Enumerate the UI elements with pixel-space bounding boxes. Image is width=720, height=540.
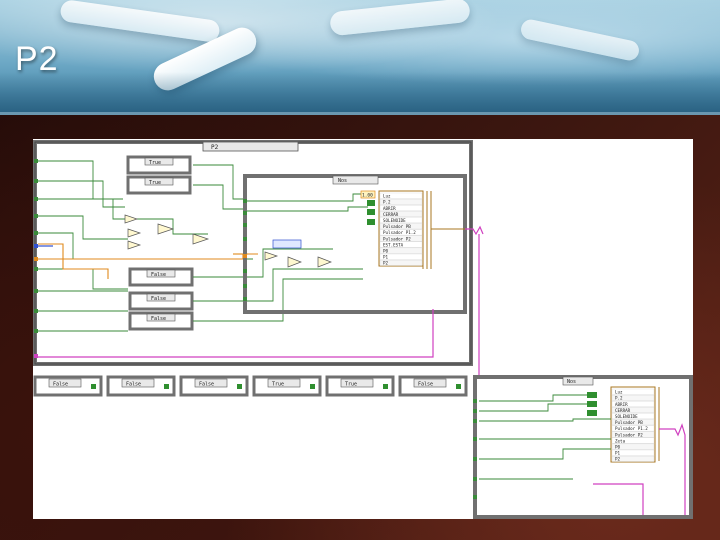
cluster-field-label: Pulsador P2 [615,432,643,437]
green-wires [38,160,368,332]
block-diagram-screenshot: P2 True True False False False Nos 1.00 … [33,139,693,519]
bundle-by-name-top: LuzP.2ABRIRCERRARSOLENOIDEPulsador PBPul… [378,190,424,267]
header-shade [0,72,720,112]
sub-case-4: False [128,291,194,311]
lower-green-wires [479,394,611,480]
cluster-field-label: P1 [383,255,389,260]
block-diagram: P2 True True False False False Nos 1.00 … [33,140,693,519]
header-banner [0,0,720,112]
cluster-field-label: P.2 [615,396,623,401]
cluster-field-label: SOLENOIDE [615,414,638,419]
cluster-field-label: P2 [615,457,621,462]
slide-title: P2 [15,40,59,78]
sub-case-5: False [128,311,194,331]
cluster-field-label: ABRIR [383,206,396,211]
chalk-image [519,17,641,63]
case-label: False [151,296,166,302]
boolean-constants [367,200,375,225]
cluster-field-label: Zeta [615,438,626,443]
case-label: True [149,160,161,166]
case-label: False [199,382,214,388]
cluster-field-label: ABRIR [615,402,628,407]
chalk-image [329,0,471,37]
cluster-field-label: SOLENOIDE [383,218,406,223]
case-label: False [126,382,141,388]
bundle-by-name-bottom: LuzP.2ABRIRCERRARSOLENOIDEPulsador PBPul… [610,386,656,463]
sub-case-1: True [126,155,192,175]
case-label: False [418,382,433,388]
sub-case-2: True [126,175,192,195]
cluster-field-label: P0 [615,445,621,450]
numeric-constant-value: 1.00 [362,193,373,199]
case-label: False [53,382,68,388]
cluster-field-label: EST.ESTA [383,242,404,247]
case-label: True [272,382,284,388]
cluster-field-label: P1 [615,451,621,456]
inner-case-selector-label: Nos [338,178,347,184]
case-label: True [345,382,357,388]
cluster-field-label: Luz [383,194,391,199]
header-divider [0,112,720,115]
case-label: False [151,316,166,322]
sub-case-3: False [128,267,194,287]
cluster-field-label: Pulsador P1.2 [615,426,648,431]
comparison-node [272,239,302,249]
lower-case-selector-label: Nos [567,379,576,385]
cluster-field-label: Pulsador PB [615,420,643,425]
cluster-field-label: Pulsador PB [383,224,411,229]
cluster-field-label: Pulsador P2 [383,236,411,241]
lower-cluster-wires [654,387,660,461]
case-selector-label: P2 [211,144,219,151]
cluster-field-label: CERRAR [383,212,399,217]
lower-boolean-constants [587,392,597,416]
cluster-field-label: P.2 [383,200,391,205]
cluster-field-label: Pulsador P1.2 [383,230,416,235]
case-label: False [151,272,166,278]
cluster-field-label: P2 [383,261,389,266]
cluster-field-label: Luz [615,390,623,395]
case-label: True [149,180,161,186]
cluster-wires [422,191,465,269]
chalk-image [59,0,221,44]
cluster-field-label: CERRAR [615,408,631,413]
cluster-field-label: P0 [383,249,389,254]
